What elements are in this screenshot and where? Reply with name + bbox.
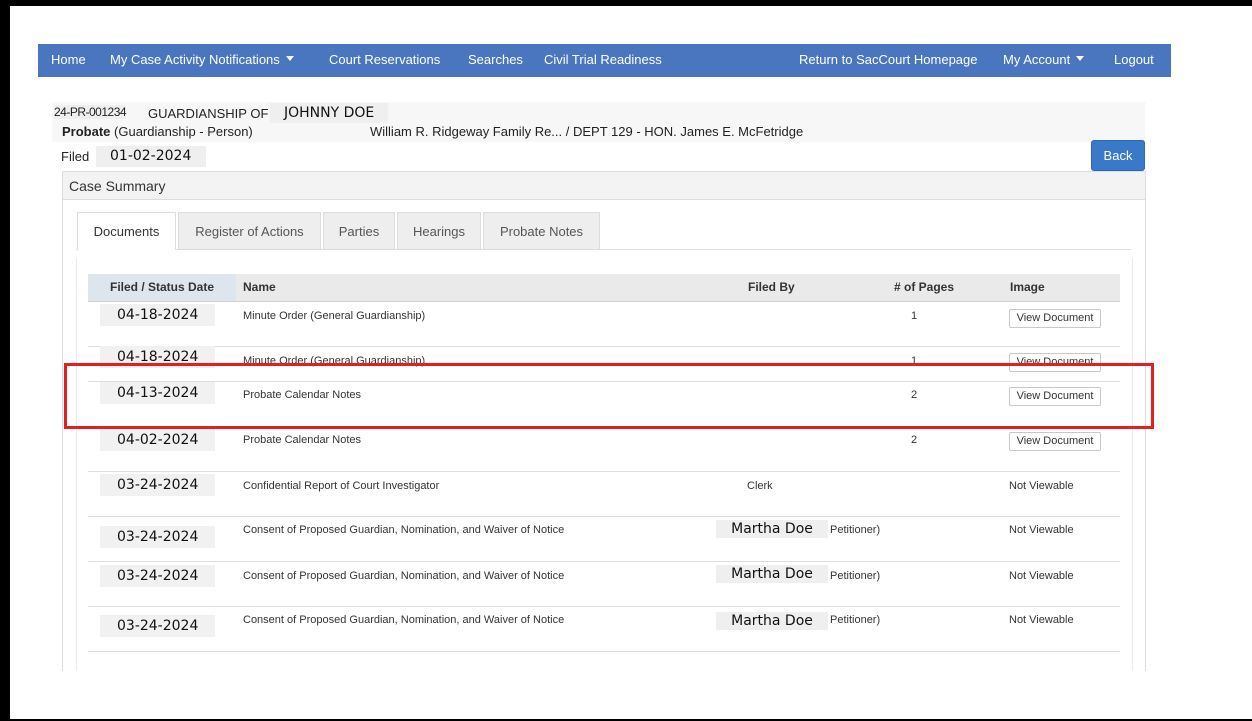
row-filed-by-role: Petitioner) [830, 614, 881, 626]
table-header: Filed / Status Date Name Filed By # of P… [88, 274, 1120, 302]
row-filed-by: Martha Doe [716, 565, 828, 583]
header-name[interactable]: Name [243, 274, 276, 301]
row-filed-date: 04-18-2024 [100, 304, 215, 326]
nav-civil-trial-readiness[interactable]: Civil Trial Readiness [544, 44, 662, 75]
back-button[interactable]: Back [1091, 140, 1145, 171]
caret-down-icon [285, 56, 294, 62]
row-image-status: Not Viewable [1009, 570, 1074, 582]
row-document-name: Probate Calendar Notes [243, 434, 362, 446]
row-document-name: Consent of Proposed Guardian, Nomination… [243, 570, 565, 582]
row-divider [88, 516, 1120, 517]
filed-date: 01-02-2024 [96, 146, 206, 167]
header-image[interactable]: Image [1010, 274, 1045, 301]
tab-register-of-actions[interactable]: Register of Actions [178, 212, 321, 249]
nav-return-homepage[interactable]: Return to SacCourt Homepage [799, 44, 977, 75]
row-document-name: Confidential Report of Court Investigato… [243, 480, 440, 492]
case-type-rest: (Guardianship - Person) [114, 124, 253, 139]
header-filed-status-date[interactable]: Filed / Status Date [88, 274, 236, 301]
row-document-name: Consent of Proposed Guardian, Nomination… [243, 614, 565, 626]
case-type: Probate (Guardianship - Person) [62, 124, 253, 139]
row-divider [88, 561, 1120, 562]
row-divider [88, 471, 1120, 472]
nav-court-reservations[interactable]: Court Reservations [329, 44, 440, 75]
caret-down-icon [1076, 56, 1085, 62]
row-filed-date: 03-24-2024 [100, 526, 215, 548]
row-filed-by: Martha Doe [716, 612, 828, 630]
row-filed-date: 03-24-2024 [100, 474, 215, 496]
nav-home[interactable]: Home [51, 44, 86, 75]
row-filed-by-role: Petitioner) [830, 570, 881, 582]
row-divider [88, 346, 1120, 347]
tab-documents[interactable]: Documents [77, 212, 176, 250]
row-filed-date: 04-02-2024 [100, 429, 215, 451]
case-title-name: JOHNNY DOE [270, 103, 389, 123]
nav-my-account-label: My Account [1003, 52, 1071, 67]
case-number: 24-PR-001234 [54, 105, 127, 119]
view-document-button[interactable]: View Document [1009, 432, 1101, 451]
row-filed-by: Martha Doe [716, 520, 828, 538]
nav-case-activity-notifications-label: My Case Activity Notifications [110, 52, 280, 67]
case-title-prefix: GUARDIANSHIP OF [148, 106, 269, 121]
row-image-status: Not Viewable [1009, 524, 1074, 536]
case-court: William R. Ridgeway Family Re... / DEPT … [370, 124, 804, 139]
case-summary-title: Case Summary [63, 172, 1145, 200]
row-filed-by: Clerk [747, 480, 773, 492]
nav-case-activity-notifications[interactable]: My Case Activity Notifications [110, 44, 294, 75]
row-image-status: Not Viewable [1009, 480, 1074, 492]
row-document-name: Minute Order (General Guardianship) [243, 310, 426, 322]
nav-logout[interactable]: Logout [1114, 44, 1154, 75]
top-navbar: Home My Case Activity Notifications Cour… [38, 44, 1171, 77]
row-image-status: Not Viewable [1009, 614, 1074, 626]
header-pages[interactable]: # of Pages [894, 274, 954, 301]
row-filed-date: 03-24-2024 [100, 615, 215, 637]
nav-searches[interactable]: Searches [468, 44, 523, 75]
documents-table-container [76, 258, 1133, 671]
nav-my-account[interactable]: My Account [1003, 44, 1085, 75]
filed-label: Filed [61, 149, 90, 164]
header-filed-by[interactable]: Filed By [748, 274, 795, 301]
row-filed-date: 03-24-2024 [100, 565, 215, 587]
row-filed-by-role: Petitioner) [830, 524, 881, 536]
case-type-bold: Probate [62, 124, 111, 139]
view-document-button[interactable]: View Document [1009, 309, 1101, 328]
row-divider [88, 651, 1120, 652]
row-page-count: 1 [911, 310, 918, 322]
row-page-count: 2 [911, 434, 918, 446]
tab-probate-notes[interactable]: Probate Notes [483, 212, 600, 249]
row-document-name: Consent of Proposed Guardian, Nomination… [243, 524, 565, 536]
highlight-box [64, 363, 1154, 429]
row-divider [88, 606, 1120, 607]
tab-parties[interactable]: Parties [323, 212, 395, 249]
tab-hearings[interactable]: Hearings [397, 212, 481, 249]
